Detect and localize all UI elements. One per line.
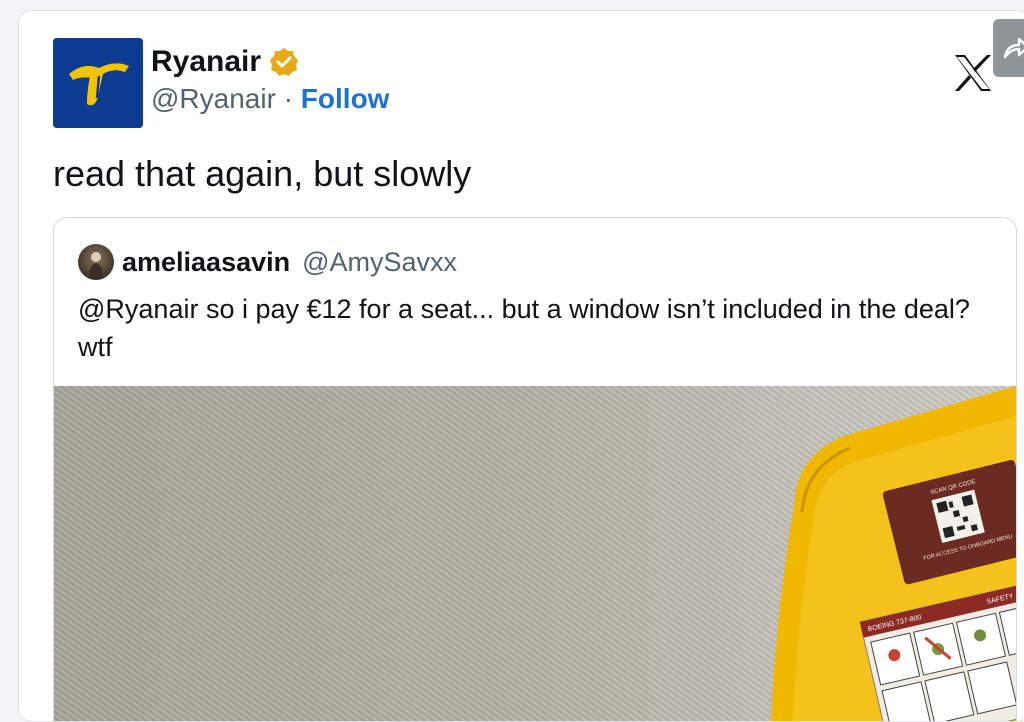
quoted-author-handle[interactable]: @AmySavxx — [302, 247, 457, 278]
embedded-tweet-card: Ryanair @Ryanair · Follow read that agai… — [18, 10, 1024, 722]
separator-dot: · — [283, 83, 294, 114]
quoted-author-name[interactable]: ameliaasavin — [122, 247, 290, 278]
quoted-author-avatar[interactable] — [78, 244, 114, 280]
quoted-tweet-photo[interactable]: SCAN QR CODE FOR ACCESS TO ONBOARD MENU … — [54, 386, 1016, 721]
share-button[interactable] — [993, 19, 1024, 77]
author-handle[interactable]: @Ryanair — [151, 83, 276, 114]
ryanair-harp-logo-icon — [53, 38, 143, 128]
handle-row: @Ryanair · Follow — [151, 83, 389, 115]
ryanair-avatar[interactable] — [53, 38, 143, 128]
verified-badge-icon — [270, 48, 299, 76]
seat-back-photo: SCAN QR CODE FOR ACCESS TO ONBOARD MENU … — [771, 386, 1016, 721]
quoted-tweet[interactable]: ameliaasavin @AmySavxx @Ryanair so i pay… — [53, 217, 1017, 721]
quoted-tweet-text: @Ryanair so i pay €12 for a seat... but … — [78, 294, 970, 362]
person-photo-icon — [88, 252, 104, 280]
share-arrow-icon — [1003, 37, 1024, 59]
follow-button[interactable]: Follow — [301, 83, 390, 114]
tweet-text: read that again, but slowly — [53, 153, 472, 194]
x-logo-icon[interactable] — [951, 51, 995, 95]
author-name[interactable]: Ryanair — [151, 45, 261, 79]
